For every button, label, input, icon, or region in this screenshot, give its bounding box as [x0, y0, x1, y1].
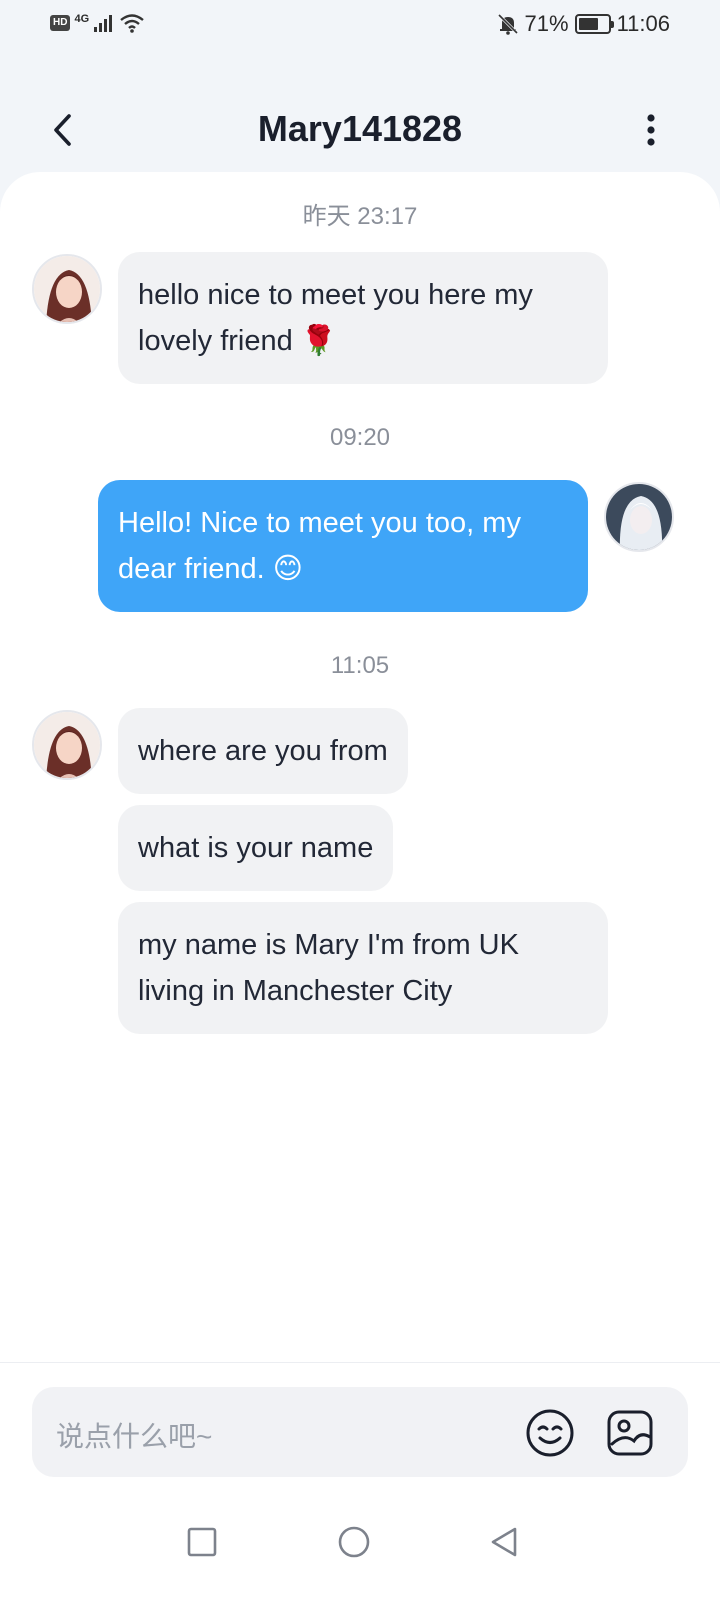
sticker-icon — [607, 1410, 653, 1456]
timestamp: 昨天 23:17 — [302, 203, 418, 230]
outgoing-message[interactable]: Hello! Nice to meet you too, my dear fri… — [98, 480, 588, 612]
chat-area[interactable]: 昨天 23:17 hello nice to meet you here my … — [0, 172, 720, 1362]
more-options-button[interactable] — [636, 108, 666, 152]
contact-avatar[interactable] — [32, 254, 102, 324]
circle-icon — [338, 1526, 370, 1558]
back-nav-button[interactable] — [484, 1522, 524, 1562]
more-vertical-icon — [647, 114, 655, 146]
emoji-button[interactable] — [524, 1407, 576, 1459]
status-bar-left: HD 4G — [50, 12, 145, 34]
avatar-image — [34, 712, 100, 778]
incoming-message[interactable]: my name is Mary I'm from UK living in Ma… — [118, 902, 608, 1034]
battery-percent: 71% — [524, 11, 569, 36]
hd-badge: HD — [50, 15, 71, 31]
incoming-message[interactable]: hello nice to meet you here my lovely fr… — [118, 252, 608, 384]
page-title: Mary141828 — [257, 108, 463, 149]
chat-header: Mary141828 — [0, 90, 720, 170]
incoming-message[interactable]: what is your name — [118, 805, 394, 891]
system-navigation-bar — [0, 1496, 720, 1600]
message-input[interactable]: 说点什么吧~ — [32, 1387, 688, 1477]
recent-apps-button[interactable] — [182, 1522, 222, 1562]
smiley-icon — [526, 1409, 574, 1457]
signal-icon — [94, 15, 113, 32]
network-type: 4G — [74, 13, 90, 25]
wifi-icon — [120, 14, 144, 33]
avatar-image — [606, 484, 672, 550]
user-avatar[interactable] — [604, 482, 674, 552]
mute-bell-icon — [497, 13, 518, 35]
timestamp: 09:20 — [329, 424, 391, 451]
avatar-image — [34, 256, 100, 322]
incoming-message[interactable]: where are you from — [118, 708, 408, 794]
battery-fill — [578, 18, 599, 30]
home-button[interactable] — [334, 1522, 374, 1562]
message-input-placeholder: 说点什么吧~ — [56, 1421, 213, 1452]
status-bar-right: 71% 11:06 — [497, 11, 670, 37]
sticker-button[interactable] — [604, 1407, 656, 1459]
battery-icon — [574, 14, 614, 34]
status-bar: HD 4G 71% 11:06 — [0, 0, 720, 50]
triangle-back-icon — [491, 1527, 517, 1557]
timestamp: 11:05 — [330, 652, 390, 679]
clock: 11:06 — [616, 11, 670, 36]
contact-avatar[interactable] — [32, 710, 102, 780]
square-icon — [187, 1527, 217, 1557]
